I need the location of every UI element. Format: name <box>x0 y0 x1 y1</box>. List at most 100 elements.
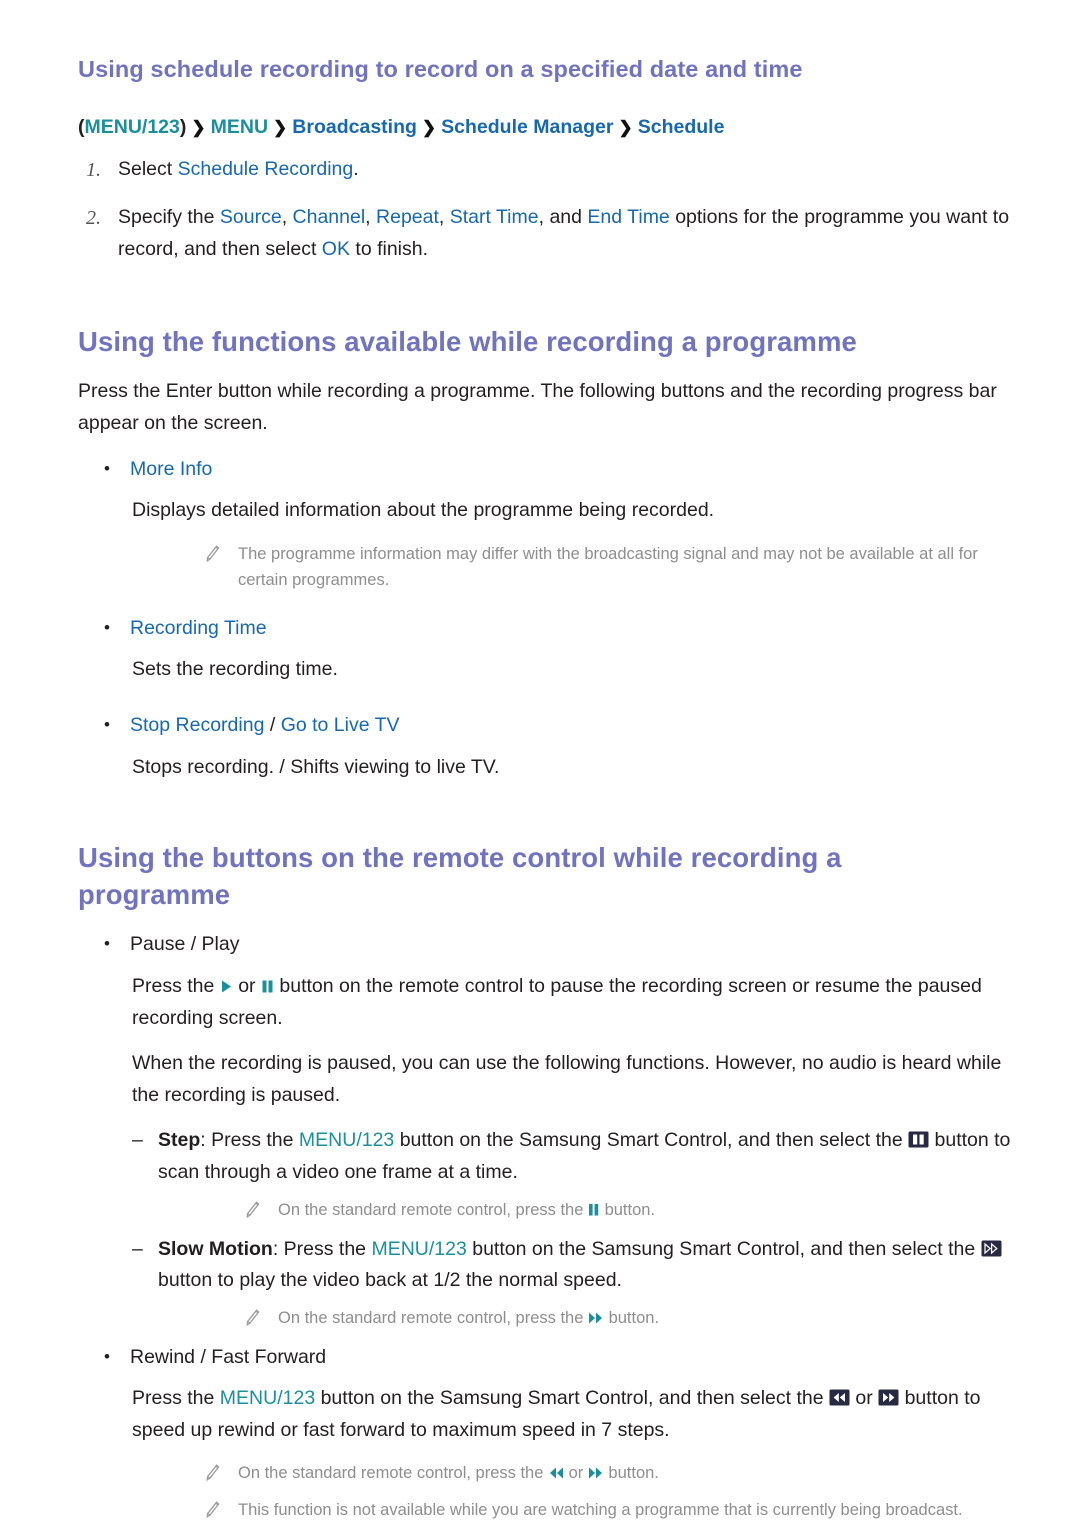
pencil-icon <box>244 1197 278 1224</box>
chevron-right-icon: ❯ <box>618 117 633 137</box>
note-slow-motion: On the standard remote control, press th… <box>78 1305 1020 1332</box>
link-stop-recording[interactable]: Stop Recording <box>130 714 264 736</box>
pencil-icon <box>204 541 238 568</box>
note-text: On the standard remote control, press th… <box>278 1197 655 1223</box>
pause-play-paragraph-2: When the recording is paused, you can us… <box>132 1052 1002 1106</box>
breadcrumb-item-schedule-manager[interactable]: Schedule Manager <box>441 116 613 138</box>
step-item: 1. Select Schedule Recording. <box>78 154 1020 186</box>
text-segment: or <box>232 975 261 998</box>
step-number: 1. <box>86 158 101 181</box>
step-text: Select Schedule Recording. <box>118 154 1020 186</box>
slow-motion-button-icon <box>981 1240 1002 1257</box>
list-item-stop-recording: • Stop Recording / Go to Live TV <box>78 710 1020 742</box>
step-text: Specify the Source, Channel, Repeat, Sta… <box>118 206 1010 260</box>
colon: : <box>200 1129 212 1152</box>
label-slow-motion: Slow Motion <box>158 1237 273 1260</box>
play-icon <box>220 979 233 994</box>
breadcrumb-item-schedule[interactable]: Schedule <box>638 116 725 138</box>
note-text: The programme information may differ wit… <box>238 544 978 589</box>
step-text-before: Specify the <box>118 206 220 229</box>
text-segment: On the standard remote control, press th… <box>278 1308 588 1327</box>
list-item-pause-play: • Pause / Play <box>78 929 1020 961</box>
list-item-more-info: • More Info <box>78 454 1020 486</box>
text-segment: button. <box>604 1308 660 1327</box>
dash-icon: – <box>132 1129 143 1152</box>
text-segment: button on the Samsung Smart Control, and… <box>466 1237 981 1260</box>
breadcrumb-item-broadcasting[interactable]: Broadcasting <box>292 116 417 138</box>
chevron-right-icon: ❯ <box>273 117 288 137</box>
text-segment: Press the <box>283 1237 372 1260</box>
note-more-info: The programme information may differ wit… <box>78 541 1020 593</box>
pause-play-paragraph-1: Press the or button on the remote contro… <box>132 971 1012 1034</box>
text-segment: Press the <box>132 975 220 998</box>
section-heading-functions-while-recording: Using the functions available while reco… <box>78 326 857 358</box>
text-segment: On the standard remote control, press th… <box>278 1200 588 1219</box>
text-segment: button to play the video back at 1/2 the… <box>158 1269 622 1292</box>
link-channel[interactable]: Channel <box>293 206 366 228</box>
pencil-icon <box>204 1497 238 1524</box>
colon: : <box>272 1237 284 1260</box>
link-repeat[interactable]: Repeat <box>376 206 439 228</box>
section-heading-schedule-recording: Using schedule recording to record on a … <box>78 56 803 82</box>
rewind-paragraph: Press the MENU/123 button on the Samsung… <box>132 1383 1012 1446</box>
pencil-icon <box>204 1460 238 1487</box>
link-end-time[interactable]: End Time <box>587 206 669 228</box>
link-menu123[interactable]: MENU/123 <box>299 1129 394 1151</box>
link-ok[interactable]: OK <box>322 238 350 260</box>
fast-forward-button-icon <box>878 1389 899 1406</box>
breadcrumb-menu123[interactable]: MENU/123 <box>85 116 180 138</box>
link-source[interactable]: Source <box>220 206 282 228</box>
text-segment: or <box>849 1387 879 1410</box>
link-menu123[interactable]: MENU/123 <box>220 1387 315 1409</box>
dash-icon: – <box>132 1237 143 1260</box>
note-text: This function is not available while you… <box>238 1501 963 1520</box>
note-step: On the standard remote control, press th… <box>78 1197 1020 1224</box>
bullet-icon: • <box>104 617 110 637</box>
note-rewind-broadcast: This function is not available while you… <box>78 1497 1020 1524</box>
pencil-icon <box>244 1305 278 1332</box>
dash-item-step: – Step: Press the MENU/123 button on the… <box>78 1125 1020 1188</box>
text-segment: Press the <box>211 1129 299 1152</box>
text-segment: button. <box>603 1464 659 1483</box>
pause-icon <box>261 979 274 994</box>
breadcrumb: (MENU/123) ❯ MENU ❯ Broadcasting ❯ Schedule Ma… <box>78 113 1020 142</box>
bullet-icon: • <box>104 934 110 954</box>
document-page: Using schedule recording to record on a … <box>0 0 1080 1524</box>
dash-item-slow-motion: – Slow Motion: Press the MENU/123 button… <box>78 1234 1020 1297</box>
bullet-icon: • <box>104 1346 110 1366</box>
slash-separator: / <box>264 714 281 737</box>
link-go-to-live-tv[interactable]: Go to Live TV <box>281 714 400 736</box>
label-pause-play: Pause / Play <box>130 933 240 956</box>
link-more-info[interactable]: More Info <box>130 454 212 486</box>
link-recording-time[interactable]: Recording Time <box>130 613 267 645</box>
link-start-time[interactable]: Start Time <box>450 206 539 228</box>
step-item-text: Step: Press the MENU/123 button on the S… <box>158 1125 1020 1188</box>
link-schedule-recording[interactable]: Schedule Recording <box>178 158 354 180</box>
chevron-right-icon: ❯ <box>191 117 206 137</box>
slow-motion-item-text: Slow Motion: Press the MENU/123 button o… <box>158 1234 1020 1297</box>
step-text-after: to finish. <box>349 237 429 260</box>
fast-forward-icon <box>588 1466 604 1480</box>
note-text: On the standard remote control, press th… <box>278 1305 659 1331</box>
chevron-right-icon: ❯ <box>421 117 437 137</box>
bullet-icon: • <box>104 458 110 478</box>
rewind-icon <box>548 1466 564 1480</box>
link-menu123[interactable]: MENU/123 <box>371 1238 466 1260</box>
text-segment: button on the Samsung Smart Control, and… <box>315 1387 829 1410</box>
text-segment: On the standard remote control, press th… <box>238 1464 548 1483</box>
step-text-after: . <box>353 157 359 180</box>
step-button-icon <box>908 1131 929 1148</box>
text-segment: or <box>564 1464 588 1483</box>
text-segment: button on the Samsung Smart Control, and… <box>394 1129 909 1152</box>
breadcrumb-item-menu[interactable]: MENU <box>211 116 268 138</box>
schedule-recording-steps: 1. Select Schedule Recording. 2. Specify… <box>78 154 1020 266</box>
text-segment: button. <box>600 1200 656 1219</box>
more-info-description: Displays detailed information about the … <box>132 499 715 522</box>
note-rewind-standard-remote: On the standard remote control, press th… <box>78 1460 1020 1487</box>
stop-recording-group: Stop Recording / Go to Live TV <box>130 710 400 742</box>
step-item: 2. Specify the Source, Channel, Repeat, … <box>78 202 1020 265</box>
text-segment: Press the <box>132 1387 220 1410</box>
list-item-recording-time: • Recording Time <box>78 613 1020 645</box>
section-heading-remote-buttons: Using the buttons on the remote control … <box>78 842 842 911</box>
rewind-button-icon <box>829 1389 850 1406</box>
